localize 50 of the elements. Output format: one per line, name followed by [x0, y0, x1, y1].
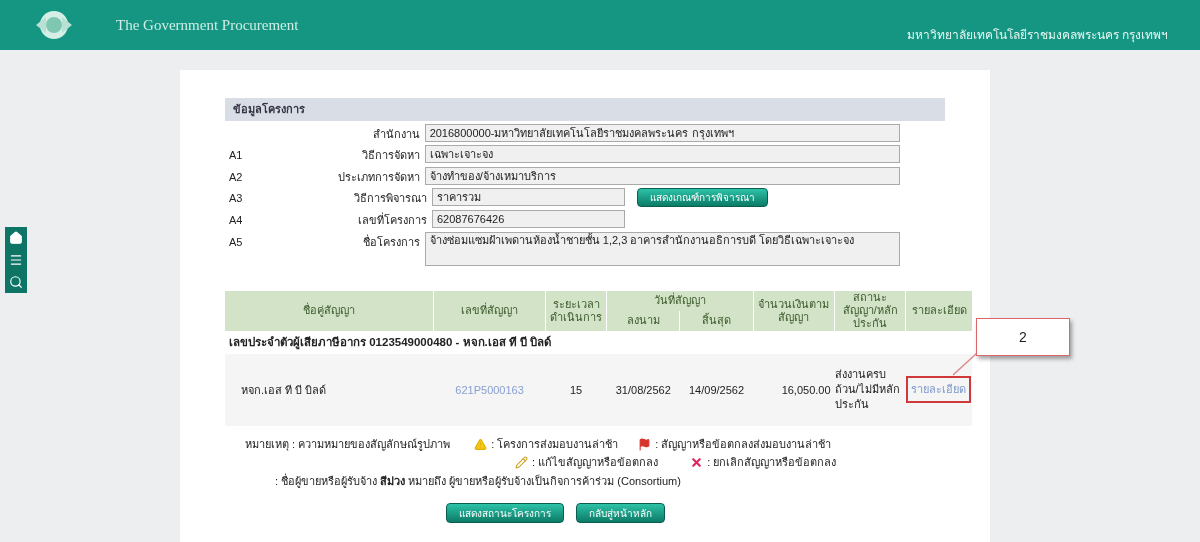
table-cell: 14/09/2562 [679, 353, 754, 426]
legend-text: : โครงการส่งมอบงานล่าช้า [491, 436, 619, 452]
table-cell: ส่งงานครบถ้วน/ไม่มีหลักประกัน [834, 353, 906, 426]
legend-text: : สัญญาหรือข้อตกลงส่งมอบงานล่าช้า [655, 436, 832, 453]
text-area[interactable]: จ้างซ่อมแซมฝ้าเพดานห้องน้ำชายชั้น 1,2,3 อาคารสำนักงานอธิการบดี โดยวิธีเฉพาะเจาะจง [424, 231, 900, 266]
field-label: ประเภทการจัดหา [336, 169, 421, 185]
site-title: The Government Procurement [116, 15, 299, 35]
legend-title: หมายเหตุ : ความหมายของสัญลักษณ์รูปภาพ [245, 436, 451, 453]
group-row: เลขประจำตัวผู้เสียภาษีอากร 0123549000480 - หจก.เอส ที บี บิลด์ [225, 330, 972, 354]
input-field[interactable]: จ้างทำของ/จ้างเหมาบริการ [424, 166, 900, 185]
field-code: A3 [228, 191, 244, 206]
table-cell: 15 [545, 353, 607, 426]
section-header: ข้อมูลโครงการ [225, 98, 945, 121]
column-header: จำนวนเงินตามสัญญา [753, 290, 835, 331]
flag-icon [638, 437, 652, 451]
leader-line [952, 352, 978, 376]
field-code: A1 [228, 148, 244, 163]
input-field[interactable]: 62087676426 [432, 210, 625, 228]
field-code: A4 [228, 213, 244, 228]
legend-note: : ชื่อผู้ขายหรือผู้รับจ้าง สีม่วง หมายถึง ผู้ขายหรือผู้รับจ้างเป็นกิจการค้าร่วม (Consortium) [274, 472, 682, 490]
warning-icon [474, 437, 488, 451]
column-header: วันที่สัญญา [606, 290, 754, 311]
field-label: วิธีการจัดหา [360, 148, 421, 163]
field-label: เลขที่โครงการ [357, 211, 428, 228]
pencil-icon [515, 456, 528, 469]
table-cell: หจก.เอส ที บี บิลด์ [225, 353, 434, 426]
field-label: ชื่อโครงการ [361, 233, 421, 250]
callout-box: 2 [976, 318, 1070, 356]
input-field[interactable]: ราคารวม [432, 188, 625, 206]
field-code: A5 [228, 234, 244, 250]
column-header: ระยะเวลาดำเนินการ [545, 290, 607, 331]
input-field[interactable]: 2016800000-มหาวิทยาลัยเทคโนโลยีราชมงคลพระนคร กรุงเทพฯ [424, 123, 900, 142]
column-header: สถานะสัญญา/หลักประกัน [834, 290, 906, 331]
agency-name: มหาวิทยาลัยเทคโนโลยีราชมงคลพระนคร กรุงเทพฯ [906, 27, 1168, 44]
column-header: เลขที่สัญญา [433, 290, 546, 331]
field-code: A2 [228, 169, 244, 185]
field-label: วิธีการพิจารณา [353, 191, 428, 206]
table-cell: 16,050.00 [753, 353, 835, 426]
legend-text: : ยกเลิกสัญญาหรือข้อตกลง [707, 455, 837, 471]
column-header: ชื่อคู่สัญญา [225, 290, 434, 331]
menu-icon[interactable] [9, 253, 23, 267]
table-cell: 31/08/2562 [606, 353, 680, 426]
field-label: สำนักงาน [371, 126, 421, 142]
cross-icon [690, 456, 704, 469]
input-field[interactable]: เฉพาะเจาะจง [424, 145, 900, 163]
legend-text: : แก้ไขสัญญาหรือข้อตกลง [532, 455, 659, 471]
criteria-button[interactable]: แสดงเกณฑ์การพิจารณา [637, 188, 768, 207]
column-header: รายละเอียด [905, 290, 972, 331]
home-icon[interactable] [9, 231, 23, 245]
search-icon[interactable] [9, 275, 23, 289]
